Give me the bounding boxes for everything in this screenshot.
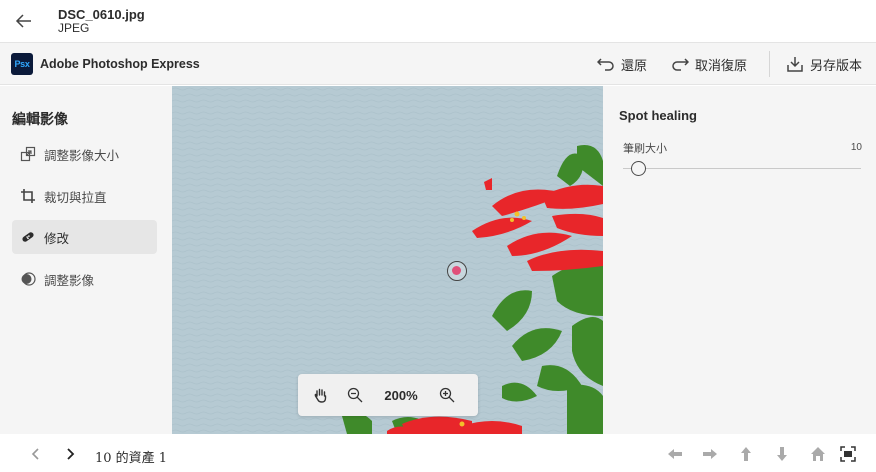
menu-item-retouch[interactable]: 修改 xyxy=(12,220,157,254)
move-right-button[interactable] xyxy=(700,444,720,464)
edit-panel: 編輯影像 調整影像大小 裁切與拉直 修改 調整影像 xyxy=(0,86,172,434)
zoom-in-icon xyxy=(439,387,455,403)
chevron-left-icon xyxy=(31,448,39,460)
brush-size-slider[interactable] xyxy=(623,168,861,169)
tool-options-panel: Spot healing 筆刷大小 10 xyxy=(603,86,876,434)
asset-navigation-bar: 10 的資產 1 xyxy=(0,434,876,472)
undo-icon xyxy=(597,58,614,71)
home-button[interactable] xyxy=(808,444,828,464)
file-header: DSC_0610.jpg JPEG xyxy=(0,0,876,43)
hand-icon xyxy=(314,388,327,403)
home-icon xyxy=(811,447,825,461)
download-icon xyxy=(787,57,803,72)
image-canvas[interactable]: 200% xyxy=(172,86,603,434)
arrow-right-icon xyxy=(703,449,717,459)
zoom-in-button[interactable] xyxy=(430,379,464,411)
crop-icon xyxy=(20,188,36,204)
move-up-button[interactable] xyxy=(736,444,756,464)
adjust-icon xyxy=(20,271,36,287)
menu-item-label: 調整影像大小 xyxy=(44,148,120,163)
redo-label: 取消復原 xyxy=(695,57,748,73)
menu-item-label: 調整影像 xyxy=(44,273,95,288)
move-down-button[interactable] xyxy=(772,444,792,464)
app-name: Adobe Photoshop Express xyxy=(40,57,200,71)
save-version-button[interactable]: 另存版本 xyxy=(786,53,862,75)
redo-icon xyxy=(672,58,689,71)
fit-screen-button[interactable] xyxy=(838,444,858,464)
app-toolbar: Psx Adobe Photoshop Express 還原 取消復原 另存版本 xyxy=(0,43,876,85)
brush-size-label: 筆刷大小 xyxy=(623,143,667,155)
arrow-left-icon xyxy=(668,449,682,459)
fit-screen-icon xyxy=(840,446,856,462)
chevron-right-icon xyxy=(67,448,75,460)
brush-size-value: 10 xyxy=(850,142,862,153)
pan-button[interactable] xyxy=(304,379,338,411)
next-asset-button[interactable] xyxy=(60,444,80,464)
menu-item-label: 裁切與拉直 xyxy=(44,190,107,205)
previous-asset-button[interactable] xyxy=(26,444,46,464)
file-name: DSC_0610.jpg xyxy=(58,7,145,22)
bandage-icon xyxy=(20,229,36,245)
arrow-left-icon xyxy=(15,14,31,28)
resize-icon xyxy=(20,146,36,162)
back-button[interactable] xyxy=(12,9,36,33)
save-version-label: 另存版本 xyxy=(810,57,863,73)
panel-title: 編輯影像 xyxy=(12,111,68,127)
redo-button[interactable]: 取消復原 xyxy=(671,53,747,75)
tool-title: Spot healing xyxy=(619,108,697,123)
undo-label: 還原 xyxy=(621,57,648,73)
menu-item-resize[interactable]: 調整影像大小 xyxy=(12,137,157,171)
menu-item-crop[interactable]: 裁切與拉直 xyxy=(12,179,157,213)
toolbar-divider xyxy=(769,51,770,77)
arrow-up-icon xyxy=(741,447,751,461)
move-left-button[interactable] xyxy=(665,444,685,464)
brush-size-slider-thumb[interactable] xyxy=(631,161,646,176)
zoom-toolbar: 200% xyxy=(298,374,478,416)
arrow-down-icon xyxy=(777,447,787,461)
menu-item-label: 修改 xyxy=(44,231,70,246)
app-logo: Psx xyxy=(11,53,33,75)
zoom-out-button[interactable] xyxy=(338,379,372,411)
brush-cursor xyxy=(447,261,467,281)
zoom-level: 200% xyxy=(384,387,418,403)
undo-button[interactable]: 還原 xyxy=(597,53,647,75)
asset-counter: 10 的資產 1 xyxy=(95,451,168,466)
zoom-out-icon xyxy=(347,387,363,403)
file-type: JPEG xyxy=(58,21,90,35)
menu-item-adjust[interactable]: 調整影像 xyxy=(12,262,157,296)
